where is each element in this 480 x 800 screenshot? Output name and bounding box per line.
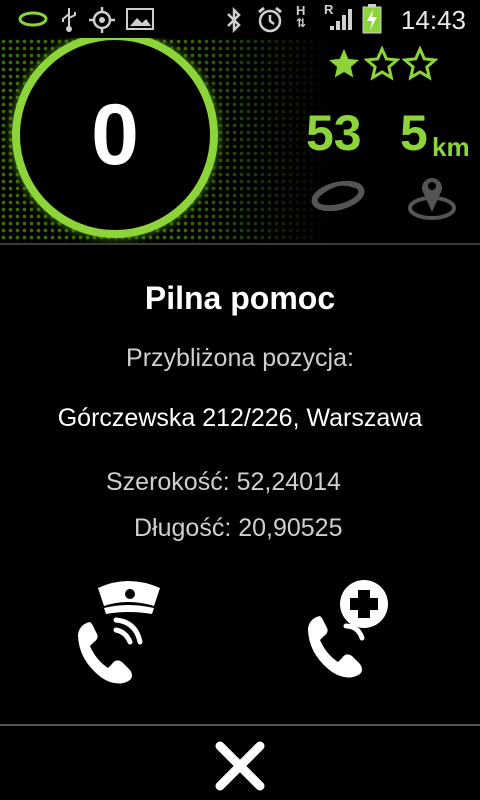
image-icon xyxy=(126,8,154,30)
police-phone-icon[interactable] xyxy=(72,580,182,690)
distance-value: 5 xyxy=(400,105,428,161)
distance-unit: km xyxy=(432,132,470,162)
star-filled-icon xyxy=(329,49,359,78)
clock: 14:43 xyxy=(400,5,466,35)
star-empty-icon xyxy=(402,46,438,81)
bottom-bar xyxy=(0,726,480,800)
roaming-signal-icon xyxy=(330,9,352,30)
gps-icon xyxy=(89,7,115,33)
bluetooth-icon xyxy=(227,6,241,34)
page-title: Pilna pomoc xyxy=(144,280,336,316)
star-empty-icon xyxy=(364,46,400,81)
latitude-text: Szerokość: 52,24014 xyxy=(106,468,341,496)
battery-charging-icon xyxy=(362,4,382,34)
dashboard-header: 0 53 5 km xyxy=(0,38,480,244)
usb-icon xyxy=(62,8,76,32)
event-counter: 0 xyxy=(91,87,139,183)
hspa-icon: H ⇅ xyxy=(296,4,306,30)
navigation-pin-icon[interactable] xyxy=(404,166,460,222)
approx-position-label: Przybliżona pozycja: xyxy=(126,344,354,372)
alarm-icon xyxy=(258,6,282,33)
address-text: Górczewska 212/226, Warszawa xyxy=(57,404,423,432)
longitude-text: Długość: 20,90525 xyxy=(134,514,343,542)
network-arrows: ⇅ xyxy=(296,16,307,30)
medical-phone-icon[interactable] xyxy=(306,580,416,690)
close-icon[interactable] xyxy=(214,740,266,792)
status-bar: H ⇅ R 14:43 xyxy=(0,0,480,38)
header-divider xyxy=(0,243,480,245)
speed-value: 53 xyxy=(306,105,362,161)
app-logo-icon xyxy=(18,11,48,27)
app-logo-icon[interactable] xyxy=(310,178,366,212)
